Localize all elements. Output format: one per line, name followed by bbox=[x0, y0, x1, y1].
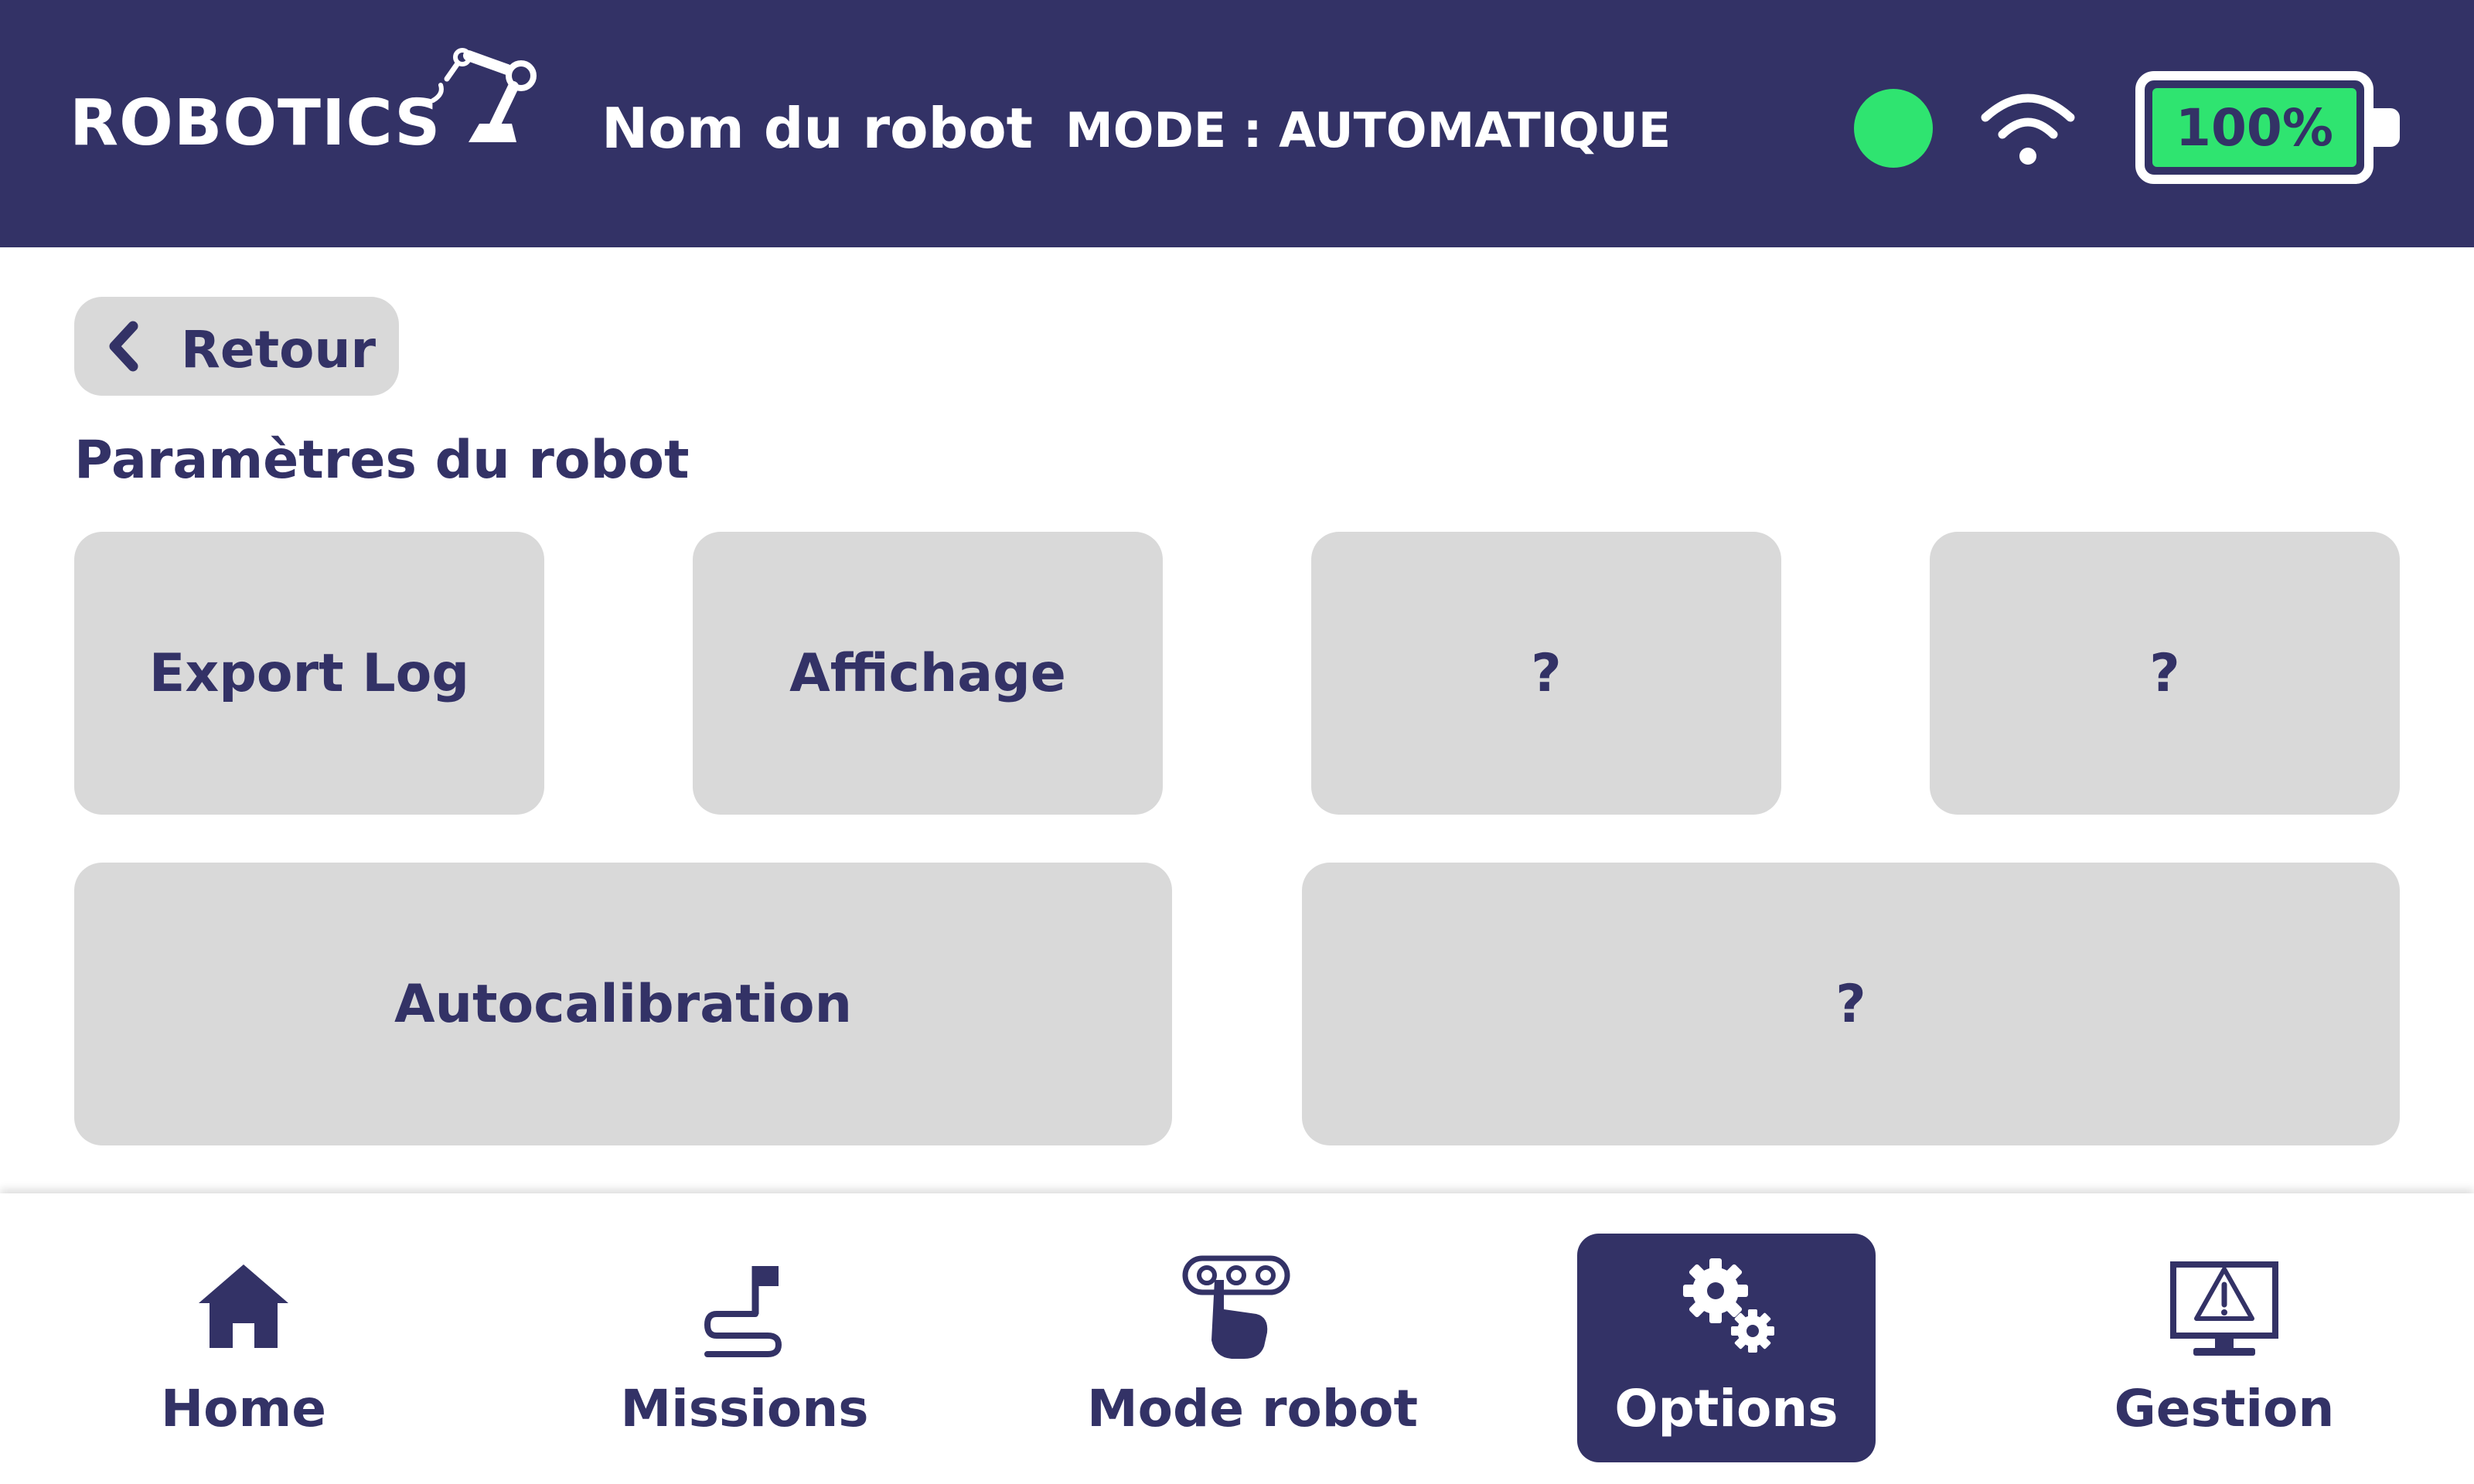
gears-icon bbox=[1683, 1258, 1774, 1353]
home-icon bbox=[199, 1264, 288, 1348]
robot-arm-logo-icon bbox=[431, 48, 537, 142]
bottom-nav: Home Missions Mode robot Options Gestion bbox=[0, 1193, 2474, 1484]
placeholder-option-button[interactable]: ? bbox=[1311, 532, 1781, 815]
chevron-left-icon bbox=[109, 321, 138, 372]
nav-gestion[interactable]: Gestion bbox=[2075, 1234, 2373, 1462]
robot-name: Nom du robot bbox=[601, 96, 1034, 161]
nav-label: Gestion bbox=[2114, 1379, 2335, 1438]
placeholder-option-button[interactable]: ? bbox=[1302, 863, 2400, 1145]
nav-home[interactable]: Home bbox=[94, 1234, 393, 1462]
export-log-button[interactable]: Export Log bbox=[74, 532, 544, 815]
battery-tip bbox=[2373, 108, 2400, 147]
placeholder-option-button[interactable]: ? bbox=[1930, 532, 2400, 815]
logo-text: ROBOTICS bbox=[70, 87, 441, 160]
top-bar: ROBOTICS Nom du robot MODE : AUTOMATIQUE… bbox=[0, 0, 2474, 247]
back-button[interactable]: Retour bbox=[74, 297, 399, 396]
mode-label: MODE : AUTOMATIQUE bbox=[1065, 102, 1671, 158]
battery-indicator: 100% bbox=[2135, 71, 2373, 184]
status-indicator bbox=[1854, 89, 1933, 168]
autocalibration-button[interactable]: Autocalibration bbox=[74, 863, 1172, 1145]
nav-label: Mode robot bbox=[1087, 1379, 1419, 1438]
nav-options[interactable]: Options bbox=[1577, 1234, 1876, 1462]
nav-missions[interactable]: Missions bbox=[595, 1234, 894, 1462]
nav-label: Missions bbox=[620, 1379, 869, 1438]
display-settings-button[interactable]: Affichage bbox=[693, 532, 1163, 815]
battery-level: 100% bbox=[2152, 88, 2356, 167]
monitor-warning-icon bbox=[2170, 1261, 2278, 1356]
nav-label: Options bbox=[1614, 1379, 1838, 1438]
nav-label: Home bbox=[160, 1379, 327, 1438]
hand-control-icon bbox=[1182, 1255, 1290, 1359]
wifi-icon bbox=[1981, 94, 2075, 165]
back-label: Retour bbox=[181, 320, 377, 380]
nav-mode-robot[interactable]: Mode robot bbox=[1087, 1234, 1419, 1462]
section-title: Paramètres du robot bbox=[74, 430, 690, 491]
mission-path-flag-icon bbox=[704, 1266, 782, 1357]
